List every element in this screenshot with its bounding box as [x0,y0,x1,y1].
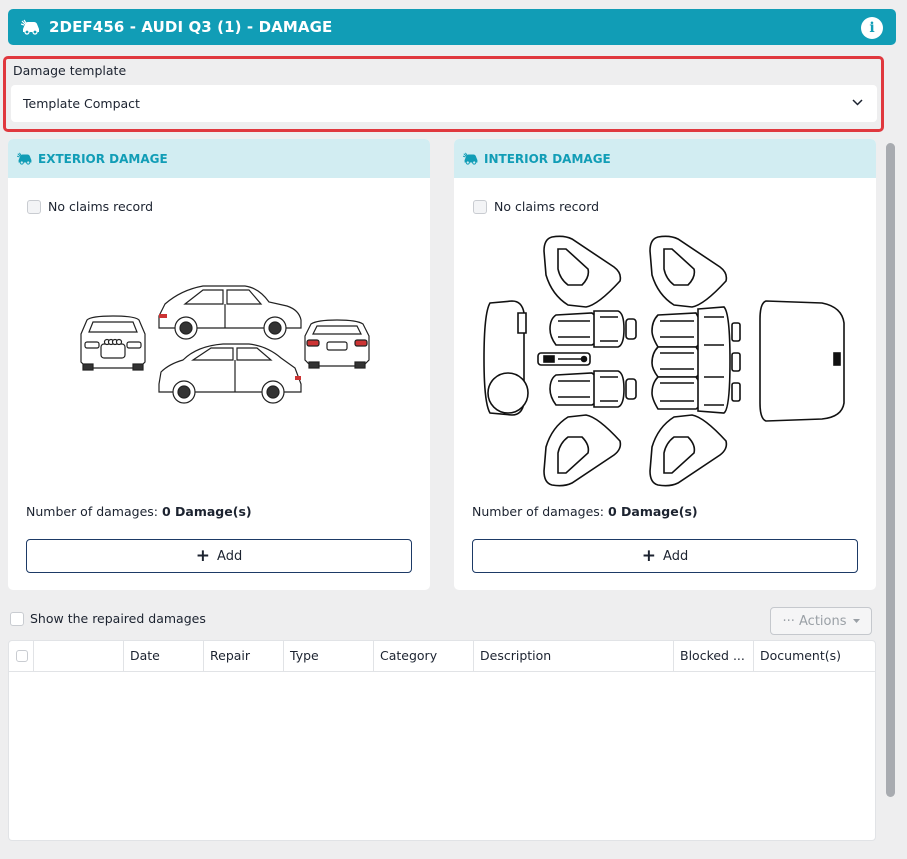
exterior-count-label: Number of damages: [26,504,158,519]
show-repaired-row[interactable]: Show the repaired damages [10,611,206,626]
damage-template-label: Damage template [13,63,127,78]
car-front-view [80,315,146,371]
interior-damage-title: INTERIOR DAMAGE [484,151,611,166]
car-damage-icon [463,152,478,165]
car-side-view-bottom [158,343,302,404]
caret-down-icon [852,619,860,623]
damage-table-header: Date Repair Type Category Description Bl… [9,641,875,672]
actions-button[interactable]: ··· Actions [770,607,872,635]
rear-seats [651,306,741,414]
chevron-down-icon [852,99,863,106]
interior-no-claims-row[interactable]: No claims record [473,199,599,214]
damage-template-select[interactable]: Template Compact [11,85,877,122]
exterior-damage-count: Number of damages: 0 Damage(s) [26,504,252,519]
show-repaired-checkbox[interactable] [10,611,24,626]
plus-icon: + [641,545,657,566]
interior-damage-count: Number of damages: 0 Damage(s) [472,504,698,519]
interior-no-claims-label: No claims record [494,199,600,214]
actions-label: ··· Actions [782,613,847,629]
exterior-no-claims-row[interactable]: No claims record [27,199,153,214]
column-header-documents[interactable]: Document(s) [754,641,875,671]
interior-no-claims-checkbox[interactable] [473,199,487,214]
column-header-type[interactable]: Type [284,641,374,671]
window-title: 2DEF456 - AUDI Q3 (1) - DAMAGE [49,18,333,36]
column-header-repair[interactable]: Repair [204,641,284,671]
exterior-no-claims-label: No claims record [48,199,154,214]
window-titlebar: 2DEF456 - AUDI Q3 (1) - DAMAGE i [8,9,896,45]
interior-count-label: Number of damages: [472,504,604,519]
exterior-car-diagram[interactable] [73,284,373,404]
damage-template-value: Template Compact [23,96,140,111]
damage-table: Date Repair Type Category Description Bl… [8,640,876,841]
column-header-description[interactable]: Description [474,641,674,671]
show-repaired-label: Show the repaired damages [30,611,206,626]
plus-icon: + [195,545,211,566]
info-icon[interactable]: i [861,17,883,39]
select-all-cell[interactable] [9,641,34,671]
exterior-no-claims-checkbox[interactable] [27,199,41,214]
exterior-damage-header: EXTERIOR DAMAGE [8,139,430,178]
scrollbar-thumb[interactable] [886,143,895,797]
car-damage-icon [17,152,32,165]
exterior-damage-panel: EXTERIOR DAMAGE No claims record Number … [8,139,430,590]
interior-damage-header: INTERIOR DAMAGE [454,139,876,178]
column-header-date[interactable]: Date [124,641,204,671]
interior-car-diagram[interactable] [482,233,848,489]
exterior-damage-title: EXTERIOR DAMAGE [38,151,168,166]
exterior-add-button[interactable]: + Add [26,539,412,573]
exterior-count-value: 0 Damage(s) [161,504,252,519]
interior-damage-panel: INTERIOR DAMAGE No claims record Number … [454,139,876,590]
interior-count-value: 0 Damage(s) [607,504,698,519]
trunk [759,300,845,422]
car-rear-view [304,319,370,369]
exterior-add-label: Add [217,548,243,564]
column-header-blocked[interactable]: Blocked ... [674,641,754,671]
car-side-view-top [158,285,302,340]
damage-template-section: Damage template Template Compact [3,56,884,132]
select-all-checkbox[interactable] [16,650,28,662]
interior-add-label: Add [663,548,689,564]
interior-add-button[interactable]: + Add [472,539,858,573]
column-header-category[interactable]: Category [374,641,474,671]
column-header[interactable] [34,641,124,671]
car-damage-icon [21,19,39,35]
